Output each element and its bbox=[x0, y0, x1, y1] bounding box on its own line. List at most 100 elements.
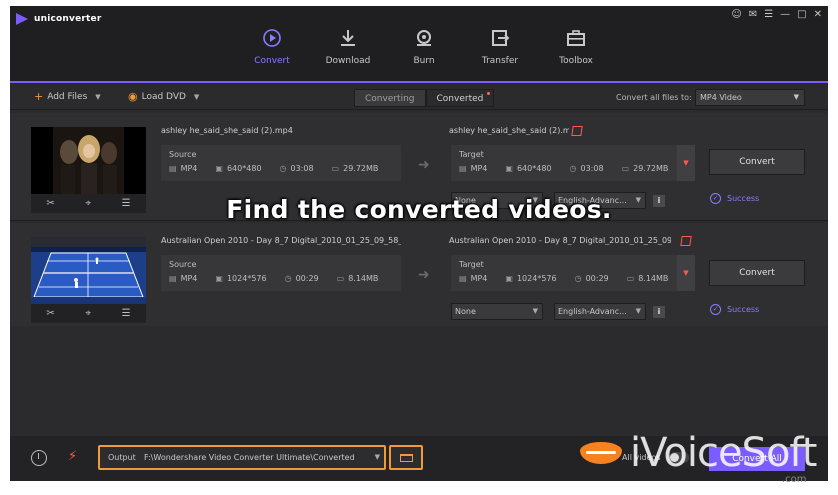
load-dvd-label: Load DVD bbox=[141, 92, 186, 102]
film-icon: ▤ bbox=[169, 164, 177, 173]
alarm-icon[interactable] bbox=[31, 450, 47, 466]
tab-label: Convert bbox=[254, 56, 290, 66]
tab-label: Toolbox bbox=[559, 56, 593, 66]
source-size: ▭ 8.14MB bbox=[337, 274, 379, 283]
source-duration-value: 00:29 bbox=[295, 274, 319, 283]
film-icon: ▤ bbox=[459, 274, 467, 283]
target-duration: ◷ 00:29 bbox=[575, 274, 609, 283]
chevron-down-icon[interactable]: ▼ bbox=[95, 93, 100, 101]
trim-icon[interactable]: ✂ bbox=[46, 308, 54, 319]
target-label: Target bbox=[459, 150, 484, 159]
tab-download[interactable]: Download bbox=[310, 6, 386, 82]
source-size-value: 8.14MB bbox=[348, 274, 379, 283]
target-info-box[interactable]: Target ▤ MP4 ▣ 640*480 ◷ 03:08 ▭ 29.72MB ▼ bbox=[451, 145, 695, 181]
source-size-value: 29.72MB bbox=[343, 164, 379, 173]
target-size: ▭ 8.14MB bbox=[627, 274, 669, 283]
resolution-icon: ▣ bbox=[505, 164, 513, 173]
app-name: uniconverter bbox=[34, 14, 102, 24]
target-meta: ▤ MP4 ▣ 1024*576 ◷ 00:29 ▭ 8.14MB bbox=[459, 274, 668, 283]
watermark-domain: .com bbox=[782, 474, 807, 485]
transfer-icon bbox=[492, 30, 510, 46]
lightning-icon[interactable]: ⚡ bbox=[68, 449, 77, 464]
watermark: iVoiceSoft .com bbox=[580, 430, 830, 490]
convert-button[interactable]: Convert bbox=[709, 149, 805, 175]
output-path-select[interactable]: Output F:\Wondershare Video Converter Ul… bbox=[98, 445, 386, 470]
load-dvd-button[interactable]: ◉ Load DVD ▼ bbox=[128, 91, 199, 102]
app-window: uniconverter ☺ ✉ ☰ — □ ✕ Convert Downloa… bbox=[10, 6, 828, 481]
tab-convert[interactable]: Convert bbox=[234, 6, 310, 82]
subtitle-select[interactable]: None ▼ bbox=[451, 303, 543, 320]
video-thumbnail[interactable] bbox=[31, 237, 146, 304]
source-size: ▭ 29.72MB bbox=[332, 164, 379, 173]
tutorial-caption: Find the converted videos. bbox=[226, 195, 612, 224]
check-icon: ✓ bbox=[710, 304, 721, 315]
target-format-value: MP4 bbox=[470, 164, 488, 173]
clock-icon: ◷ bbox=[284, 274, 292, 283]
video-thumbnail[interactable] bbox=[31, 127, 146, 194]
target-meta: ▤ MP4 ▣ 640*480 ◷ 03:08 ▭ 29.72MB bbox=[459, 164, 668, 173]
app-logo: uniconverter bbox=[16, 13, 101, 25]
resolution-icon: ▣ bbox=[215, 164, 223, 173]
target-size-value: 29.72MB bbox=[633, 164, 669, 173]
source-format: ▤ MP4 bbox=[169, 274, 197, 283]
source-duration: ◷ 00:29 bbox=[285, 274, 319, 283]
target-resolution-value: 1024*576 bbox=[516, 274, 557, 283]
tab-burn[interactable]: Burn bbox=[386, 6, 462, 82]
status-badge: ✓ Success bbox=[710, 304, 759, 315]
folder-icon bbox=[400, 454, 413, 462]
source-file-name: ashley he_said_she_said (2).mp4 bbox=[161, 126, 293, 135]
tab-label: Transfer bbox=[481, 56, 519, 66]
chevron-down-icon[interactable]: ▼ bbox=[194, 93, 199, 101]
info-icon[interactable]: i bbox=[653, 306, 665, 318]
source-resolution-value: 1024*576 bbox=[226, 274, 267, 283]
chevron-down-icon: ▼ bbox=[793, 93, 799, 101]
clock-icon: ◷ bbox=[279, 164, 287, 173]
file-row: ✂ ⌖ ☰ Australian Open 2010 - Day 8_7 Dig… bbox=[10, 223, 828, 331]
thumbnail-image bbox=[31, 237, 146, 304]
target-format-value: MP4 bbox=[470, 274, 488, 283]
arrow-right-icon: ➜ bbox=[418, 267, 430, 283]
target-info-box[interactable]: Target ▤ MP4 ▣ 1024*576 ◷ 00:29 ▭ 8.14MB ▼ bbox=[451, 255, 695, 291]
output-format-select[interactable]: MP4 Video ▼ bbox=[695, 89, 805, 106]
menu-icon[interactable]: ☰ bbox=[764, 9, 773, 20]
chevron-down-icon: ▼ bbox=[532, 307, 538, 315]
add-files-button[interactable]: + Add Files ▼ bbox=[34, 91, 101, 102]
tab-transfer[interactable]: Transfer bbox=[462, 6, 538, 82]
target-file-name: Australian Open 2010 - Day 8_7 Digital_2… bbox=[449, 236, 671, 245]
thumbnail-tools: ✂ ⌖ ☰ bbox=[31, 304, 146, 323]
folder-icon: ▭ bbox=[621, 164, 630, 173]
clock-icon: ◷ bbox=[574, 274, 582, 283]
chat-icon[interactable]: ✉ bbox=[749, 9, 757, 20]
target-size-value: 8.14MB bbox=[638, 274, 669, 283]
target-duration-value: 03:08 bbox=[580, 164, 604, 173]
watermark-logo-icon bbox=[580, 442, 622, 464]
crop-icon[interactable]: ⌖ bbox=[85, 308, 91, 319]
audio-track-select[interactable]: English-Advanc... ▼ bbox=[554, 303, 646, 320]
source-duration: ◷ 03:08 bbox=[280, 164, 314, 173]
close-icon[interactable]: ✕ bbox=[814, 9, 822, 20]
audio-value: English-Advanc... bbox=[558, 307, 627, 316]
user-icon[interactable]: ☺ bbox=[731, 9, 741, 20]
target-dropdown-caret[interactable]: ▼ bbox=[677, 145, 695, 181]
target-resolution: ▣ 640*480 bbox=[505, 164, 551, 173]
tab-converted-label: Converted bbox=[436, 94, 484, 104]
source-format: ▤ MP4 bbox=[169, 164, 197, 173]
maximize-icon[interactable]: □ bbox=[797, 9, 806, 20]
convert-button[interactable]: Convert bbox=[709, 260, 805, 286]
source-resolution-value: 640*480 bbox=[226, 164, 262, 173]
source-meta: ▤ MP4 ▣ 1024*576 ◷ 00:29 ▭ 8.14MB bbox=[169, 274, 378, 283]
minimize-icon[interactable]: — bbox=[780, 9, 790, 20]
target-duration-value: 00:29 bbox=[585, 274, 609, 283]
target-dropdown-caret[interactable]: ▼ bbox=[677, 255, 695, 291]
target-resolution: ▣ 1024*576 bbox=[505, 274, 556, 283]
effects-icon[interactable]: ☰ bbox=[122, 308, 131, 319]
edit-icon[interactable] bbox=[571, 126, 583, 136]
tab-converted[interactable]: Converted bbox=[425, 89, 495, 107]
title-bar: uniconverter ☺ ✉ ☰ — □ ✕ Convert Downloa… bbox=[10, 6, 828, 83]
open-folder-button[interactable] bbox=[389, 445, 423, 470]
edit-icon[interactable] bbox=[680, 236, 692, 246]
add-files-label: Add Files bbox=[47, 92, 88, 102]
tab-converting[interactable]: Converting bbox=[354, 89, 426, 107]
tab-toolbox[interactable]: Toolbox bbox=[538, 6, 614, 82]
main-nav: Convert Download Burn Transfer Toolbox bbox=[234, 6, 614, 82]
